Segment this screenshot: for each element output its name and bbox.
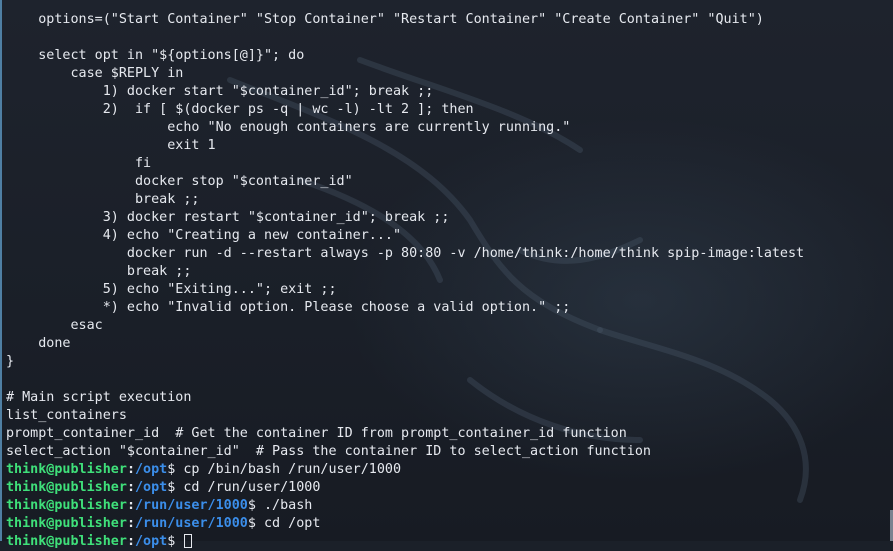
code-line: done [6,336,71,351]
prompt-separator: : [126,534,135,549]
terminal-output[interactable]: options=("Start Container" "Stop Contain… [6,11,893,549]
prompt-separator: : [126,516,135,531]
prompt-symbol: $ [167,480,184,495]
code-line: docker stop "$container_id" [6,174,353,189]
prompt-symbol: $ [247,516,264,531]
prompt-user-host: think@publisher [6,534,127,549]
prompt-path: /opt [135,534,168,549]
code-line: prompt_container_id # Get the container … [6,426,627,441]
command-text: cd /run/user/1000 [183,480,321,495]
code-line: break ;; [6,192,200,207]
code-line: case $REPLY in [6,66,184,81]
prompt-line: think@publisher:/opt$ cp /bin/bash /run/… [6,461,893,479]
window-left-border [0,0,2,541]
prompt-line: think@publisher:/opt$ [6,533,893,551]
code-line: *) echo "Invalid option. Please choose a… [6,300,571,315]
code-line: select opt in "${options[@]}"; do [6,48,305,63]
code-line: docker run -d --restart always -p 80:80 … [6,246,805,261]
code-line: options=("Start Container" "Stop Contain… [6,12,764,27]
code-line: } [6,354,15,369]
code-line: 4) echo "Creating a new container..." [6,228,402,243]
code-line: break ;; [6,264,192,279]
code-line: esac [6,318,103,333]
prompt-user-host: think@publisher [6,516,127,531]
code-line: 5) echo "Exiting..."; exit ;; [6,282,337,297]
command-text: ./bash [264,498,313,513]
shell-session: think@publisher:/opt$ cp /bin/bash /run/… [6,461,893,551]
prompt-user-host: think@publisher [6,498,127,513]
prompt-user-host: think@publisher [6,480,127,495]
code-line: 2) if [ $(docker ps -q | wc -l) -lt 2 ];… [6,102,474,117]
code-line: 3) docker restart "$container_id"; break… [6,210,450,225]
prompt-line: think@publisher:/run/user/1000$ ./bash [6,497,893,515]
prompt-user-host: think@publisher [6,462,127,477]
prompt-symbol: $ [167,534,184,549]
prompt-path: /run/user/1000 [135,516,248,531]
command-text: cd /opt [264,516,321,531]
prompt-separator: : [126,462,135,477]
prompt-separator: : [126,498,135,513]
prompt-symbol: $ [167,462,184,477]
prompt-path: /run/user/1000 [135,498,248,513]
code-line: fi [6,156,152,171]
prompt-path: /opt [135,480,168,495]
code-line: select_action "$container_id" # Pass the… [6,444,651,459]
code-line: 1) docker start "$container_id"; break ;… [6,84,434,99]
terminal-cursor [184,534,193,548]
code-line: # Main script execution [6,390,192,405]
prompt-line: think@publisher:/opt$ cd /run/user/1000 [6,479,893,497]
prompt-separator: : [126,480,135,495]
prompt-symbol: $ [247,498,264,513]
code-line: list_containers [6,408,127,423]
script-listing: options=("Start Container" "Stop Contain… [6,11,893,461]
code-line: exit 1 [6,138,216,153]
prompt-path: /opt [135,462,168,477]
prompt-line: think@publisher:/run/user/1000$ cd /opt [6,515,893,533]
code-line: echo "No enough containers are currently… [6,120,571,135]
command-text: cp /bin/bash /run/user/1000 [183,462,402,477]
